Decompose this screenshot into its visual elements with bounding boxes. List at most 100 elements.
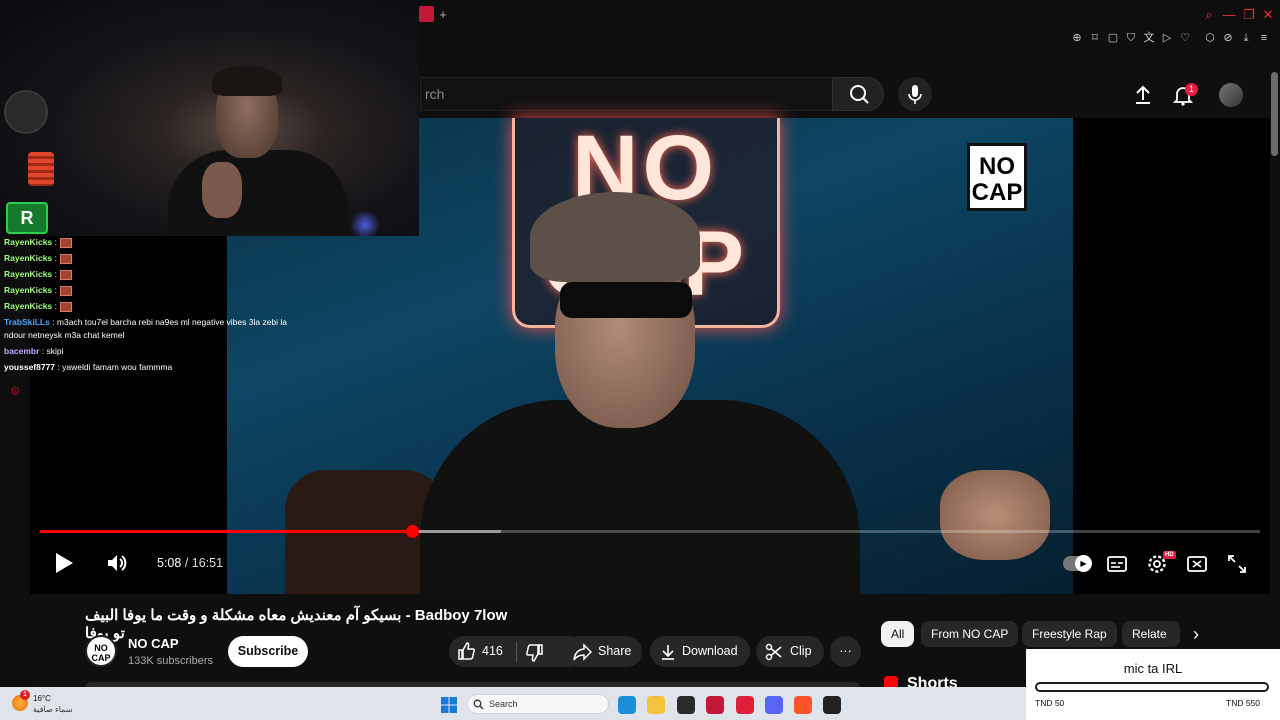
chat-username: TrabSkiLLs [4, 317, 50, 327]
subscriber-count: 133K subscribers [128, 655, 213, 667]
chat-username: RayenKicks [4, 237, 53, 247]
clip-label: Clip [790, 644, 812, 658]
volume-icon[interactable] [105, 551, 129, 575]
download-label: Download [682, 644, 738, 658]
chat-emote [59, 285, 72, 296]
like-icon[interactable] [456, 641, 476, 661]
minimize-icon[interactable]: — [1220, 6, 1238, 24]
chat-emote [59, 237, 72, 248]
zoom-icon[interactable]: ⊕ [1069, 30, 1085, 46]
download-button[interactable]: Download [650, 636, 750, 667]
dc-app-icon[interactable] [823, 696, 841, 714]
fullscreen-icon[interactable] [1225, 552, 1249, 576]
puzzle-icon[interactable]: ⬡ [1202, 30, 1218, 46]
chat-text: : yaweldi famam wou fammma [55, 362, 173, 372]
opera-icon[interactable] [736, 696, 754, 714]
account-avatar[interactable] [1219, 83, 1243, 107]
streamer-hand [202, 162, 242, 218]
chat-text: : [52, 253, 57, 263]
page-scrollbar[interactable] [1271, 72, 1278, 156]
filter-chip[interactable]: Relate [1122, 621, 1180, 647]
browser-tab[interactable] [419, 6, 434, 22]
person-sunglasses [560, 282, 692, 318]
streamer-webcam [0, 0, 419, 236]
download-icon[interactable]: ⤓ [1238, 30, 1254, 46]
progress-scrubber[interactable] [406, 525, 419, 538]
chat-settings-icon: ⚙ [10, 384, 21, 398]
current-time: 5:08 [157, 556, 182, 570]
chat-message: RayenKicks : [4, 269, 334, 280]
calculator-icon[interactable] [706, 696, 724, 714]
search-icon [850, 85, 869, 104]
chevron-right-icon[interactable]: › [1186, 624, 1206, 644]
edge-icon[interactable] [618, 696, 636, 714]
new-tab-button[interactable]: + [436, 8, 450, 22]
channel-avatar[interactable]: NO CAP [85, 635, 117, 667]
chat-text: : [52, 237, 57, 247]
folder-icon[interactable] [647, 696, 665, 714]
duration: 16:51 [191, 556, 224, 570]
channel-watermark-text: NO CAP [971, 153, 1023, 206]
chat-username: RayenKicks [4, 253, 53, 263]
pin-icon[interactable]: ⊘ [1220, 30, 1236, 46]
dislike-icon[interactable] [525, 643, 545, 663]
chat-username: RayenKicks [4, 269, 53, 279]
time-separator: / [181, 556, 192, 570]
bookmark-icon[interactable]: ⌑ [1087, 30, 1103, 46]
share-label: Share [598, 644, 632, 658]
discord-icon[interactable] [765, 696, 783, 714]
obs-icon[interactable] [677, 696, 695, 714]
share-button[interactable]: Share [564, 636, 642, 667]
restore-icon[interactable]: ❐ [1240, 6, 1258, 24]
notification-badge: 1 [1185, 83, 1198, 96]
search-input[interactable]: rch [420, 77, 832, 111]
chat-message: RayenKicks : [4, 301, 334, 312]
like-count[interactable]: 416 [482, 644, 503, 658]
streamer-hair [212, 66, 282, 96]
search-button[interactable] [832, 77, 884, 111]
more-actions-button[interactable]: ··· [830, 636, 861, 667]
filter-chip[interactable]: From NO CAP [921, 621, 1019, 647]
chat-username: youssef8777 [4, 362, 56, 372]
subtitles-icon[interactable] [1105, 552, 1129, 576]
shield-icon[interactable]: ⛉ [1123, 30, 1139, 46]
close-icon[interactable]: ✕ [1259, 6, 1277, 24]
brave-icon[interactable] [794, 696, 812, 714]
chat-text: : [52, 269, 57, 279]
rgb-light [350, 210, 380, 236]
red-lamp [28, 152, 54, 186]
channel-name[interactable]: NO CAP [128, 636, 179, 651]
search-tab-icon[interactable]: ⌕ [1200, 6, 1218, 24]
chat-username: RayenKicks [4, 301, 53, 311]
translate-icon[interactable]: 文 [1141, 30, 1157, 46]
time-display: 5:08 / 16:51 [157, 556, 223, 570]
autoplay-play-icon: ▶ [1075, 555, 1092, 572]
filter-chip[interactable]: Freestyle Rap [1022, 621, 1117, 647]
scissors-icon [765, 643, 782, 661]
upload-icon[interactable] [1130, 82, 1156, 108]
menu-icon[interactable]: ≡ [1256, 30, 1272, 46]
chat-emote [59, 253, 72, 264]
weather-description: سماء صافية [33, 705, 73, 714]
chat-emote [59, 269, 72, 280]
donation-max: TND 550 [1226, 698, 1261, 708]
filter-chip[interactable]: All [881, 621, 915, 647]
chat-text: : [52, 301, 57, 311]
chat-message: bacembr : skipi [4, 346, 334, 356]
miniplayer-icon[interactable] [1185, 552, 1209, 576]
screenshot-icon[interactable]: ▢ [1105, 30, 1121, 46]
chat-username: RayenKicks [4, 285, 53, 295]
windows-start-icon[interactable] [441, 697, 457, 713]
chat-text: : m3ach tou7el barcha rebi na9es ml nega… [49, 317, 288, 327]
heart-icon[interactable]: ♡ [1177, 30, 1193, 46]
voice-search-button[interactable] [898, 77, 932, 111]
play-icon[interactable] [52, 551, 76, 575]
clip-button[interactable]: Clip [756, 636, 824, 667]
chat-message: RayenKicks : [4, 285, 334, 296]
play-icon[interactable]: ▷ [1159, 30, 1175, 46]
share-icon [573, 643, 592, 661]
subscribe-button[interactable]: Subscribe [228, 636, 308, 667]
channel-watermark-logo: NO CAP [967, 143, 1027, 211]
chat-message: youssef8777 : yaweldi famam wou fammma [4, 362, 334, 372]
like-divider [516, 642, 517, 662]
